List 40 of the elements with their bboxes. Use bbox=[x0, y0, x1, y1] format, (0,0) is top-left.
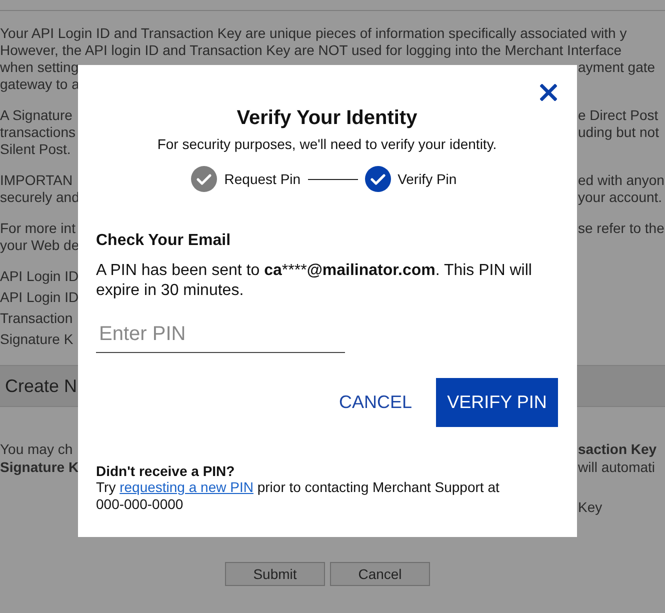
body-text: API Login ID bbox=[0, 288, 79, 307]
help-heading: Didn't receive a PIN? bbox=[96, 463, 236, 479]
body-text: For more int bbox=[0, 220, 76, 237]
body-text: se refer to the bbox=[578, 220, 664, 237]
body-text: Signature K bbox=[0, 330, 74, 349]
body-text: ed with anyon bbox=[578, 172, 664, 189]
body-text: IMPORTAN bbox=[0, 172, 73, 189]
body-text: Silent Post. bbox=[0, 141, 71, 158]
help-text: Try requesting a new PIN prior to contacting Merchant Support at 000-000-0000 bbox=[96, 479, 500, 513]
body-text: API Login ID bbox=[0, 267, 79, 286]
section-title: Create N bbox=[4, 376, 78, 396]
body-text: Key bbox=[578, 498, 602, 516]
verify-pin-button[interactable]: VERIFY PIN bbox=[436, 378, 558, 427]
body-text: your Web de bbox=[0, 237, 80, 254]
body-text: uding but not bbox=[578, 124, 659, 141]
cancel-button[interactable]: Cancel bbox=[330, 562, 430, 586]
body-text: However, the API login ID and Transaction Key are NOT used for logging into the Merchant Interface bbox=[0, 42, 623, 59]
close-button[interactable] bbox=[538, 81, 558, 103]
close-icon bbox=[540, 84, 556, 100]
dialog-subtitle: For security purposes, we'll need to verify your identity. bbox=[157, 136, 497, 152]
dialog-title: Verify Your Identity bbox=[236, 107, 418, 130]
request-pin-link[interactable]: requesting a new PIN bbox=[120, 479, 254, 495]
body-text: You may ch bbox=[0, 440, 73, 458]
body-text: saction Key bbox=[578, 440, 657, 458]
submit-button[interactable]: Submit bbox=[225, 562, 325, 586]
email-heading: Check Your Email bbox=[96, 232, 232, 250]
body-text: e Direct Post bbox=[578, 107, 658, 124]
body-text: Your API Login ID and Transaction Key are unique pieces of information specifically associated with y bbox=[0, 25, 628, 42]
body-text: Signature K bbox=[0, 458, 79, 476]
body-text: Transaction bbox=[0, 309, 73, 328]
pin-message: A PIN has been sent to ca****@mailinator.com. This PIN will expire in 30 minutes. bbox=[96, 261, 533, 301]
body-text: ayment gate bbox=[578, 59, 656, 76]
body-text: A Signature bbox=[0, 107, 72, 124]
cancel-button[interactable]: CANCEL bbox=[334, 388, 416, 417]
step-label: Request Pin bbox=[224, 171, 301, 187]
step-label: Verify Pin bbox=[398, 171, 457, 187]
body-text: your account. bbox=[578, 189, 662, 206]
body-text: when setting bbox=[0, 59, 79, 76]
body-text: will automati bbox=[578, 458, 656, 476]
body-text: transactions bbox=[0, 124, 76, 141]
